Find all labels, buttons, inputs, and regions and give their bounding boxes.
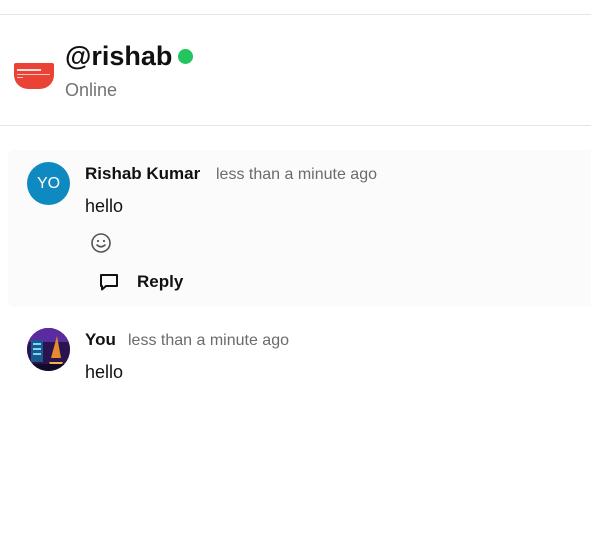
comment-timestamp: less than a minute ago: [128, 332, 289, 349]
add-reaction-button[interactable]: [90, 232, 112, 254]
reply-button[interactable]: Reply: [98, 268, 183, 296]
avatar: [27, 328, 70, 371]
comment-body: hello: [85, 196, 124, 216]
comment-item: You less than a minute ago hello: [8, 316, 591, 386]
chat-header: @rishab Online: [0, 15, 591, 125]
chat-app: @rishab Online YO Rishab Kumar less than…: [0, 0, 591, 552]
comment-body: hello: [85, 362, 124, 382]
online-status-dot: [178, 49, 193, 64]
brand-logo: [14, 63, 54, 89]
comment-item: YO Rishab Kumar less than a minute ago h…: [8, 150, 591, 307]
comment-timestamp: less than a minute ago: [216, 166, 377, 183]
comment-author: Rishab Kumar: [85, 164, 201, 183]
reply-label: Reply: [137, 272, 184, 291]
profile-status: Online: [65, 80, 118, 100]
comment-author: You: [85, 330, 116, 349]
profile-username: @rishab: [65, 41, 173, 71]
header-divider: [0, 125, 591, 126]
avatar: YO: [27, 162, 70, 205]
comment-bubble-icon: [98, 271, 120, 293]
smiley-icon: [91, 233, 111, 253]
